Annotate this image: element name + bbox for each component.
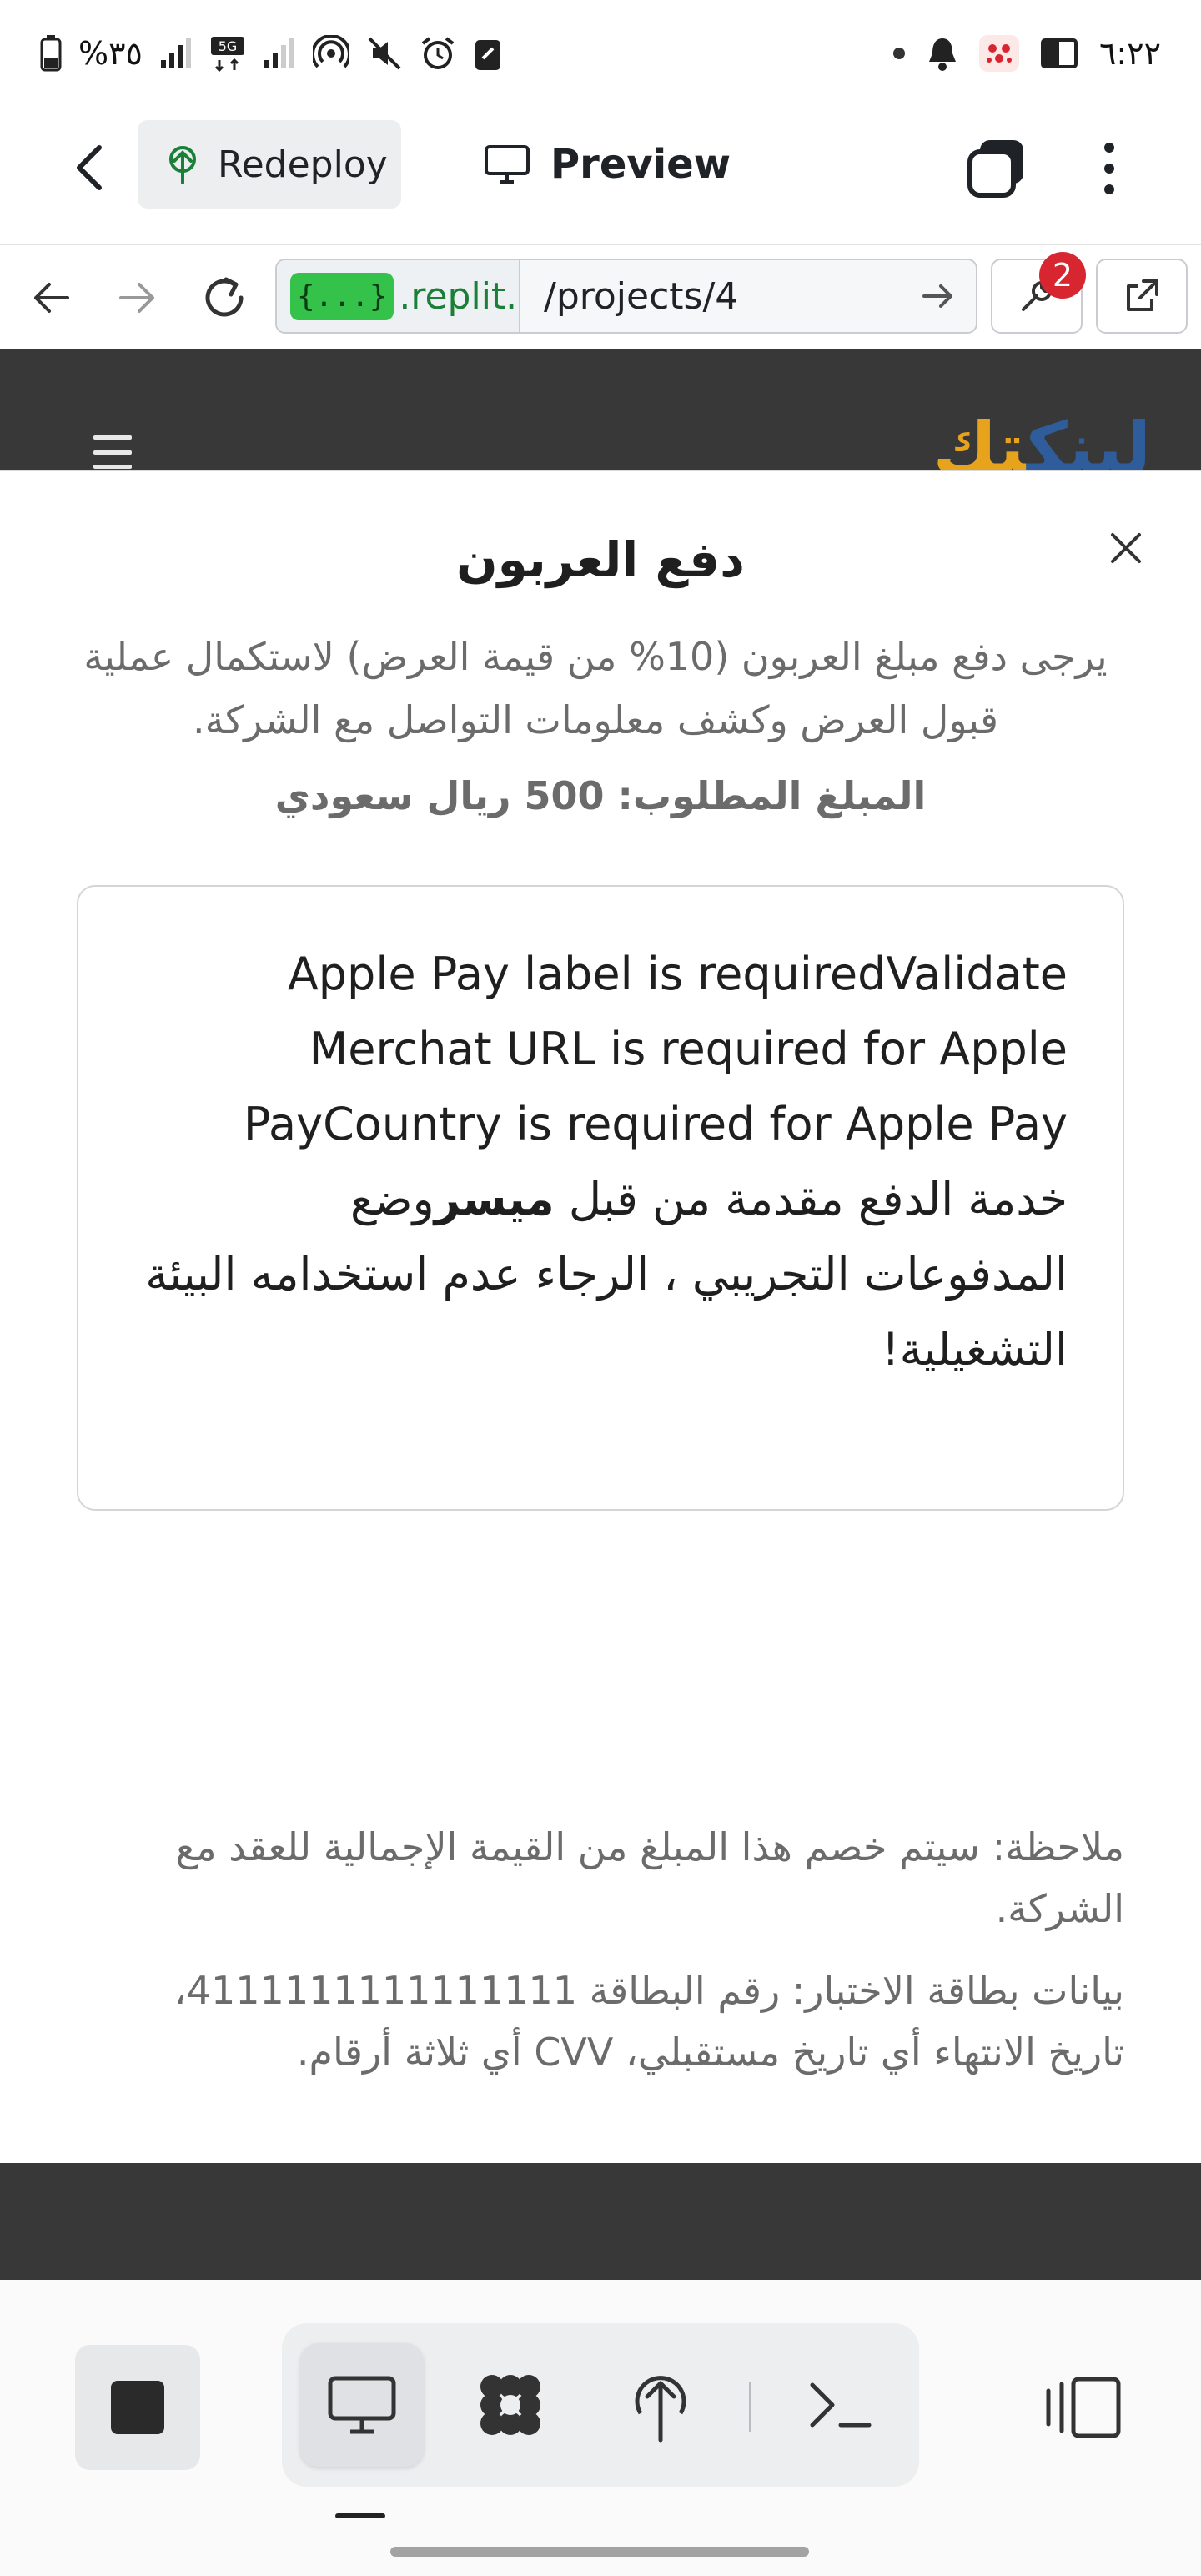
hamburger-line: [93, 435, 132, 440]
tabs-icon: [967, 140, 1023, 198]
tabs-button[interactable]: [963, 135, 1030, 202]
clipboard-icon: [473, 33, 503, 73]
layout-toggle-button[interactable]: [1019, 2345, 1144, 2470]
status-left: %٣٥ 5G: [40, 28, 503, 78]
panel-layout-icon: [1046, 2377, 1121, 2438]
dot-icon: [892, 33, 906, 73]
svg-text:5G: 5G: [219, 38, 238, 54]
redeploy-button[interactable]: Redeploy: [138, 120, 401, 209]
url-domain-badge: {...}: [290, 272, 394, 320]
bell-icon: [926, 33, 959, 73]
site-footer: [0, 2163, 1201, 2280]
monitor-icon: [485, 145, 530, 184]
hamburger-line: [93, 465, 132, 469]
deploy-icon: [635, 2376, 686, 2443]
url-path[interactable]: /projects/4: [544, 260, 738, 332]
clock-time: ٦:٢٢: [1098, 35, 1161, 72]
modal-description: يرجى دفع مبلغ العربون (10% من قيمة العرض…: [83, 634, 1108, 742]
tool-agent[interactable]: [449, 2343, 572, 2467]
hamburger-menu-icon[interactable]: [93, 435, 132, 469]
url-domain: {...} .replit.de: [277, 260, 520, 332]
network-5g-icon: 5G: [209, 33, 246, 73]
modal-title: دفع العربون: [456, 531, 745, 588]
devtools-badge: 2: [1039, 252, 1086, 299]
deploy-icon: [169, 146, 196, 184]
browser-toolbar: {...} .replit.de /projects/4: [0, 245, 1201, 349]
tool-preview[interactable]: [300, 2343, 424, 2467]
site-logo[interactable]: لينكتك: [933, 407, 1151, 474]
tool-group: [282, 2323, 919, 2487]
stop-icon: [111, 2381, 164, 2434]
preview-label: Preview: [550, 141, 731, 188]
status-bar: %٣٥ 5G ٦:٢٢: [0, 0, 1201, 105]
kebab-dot: [1104, 143, 1114, 153]
test-mode-notice: خدمة الدفع مقدمة من قبل ميسروضع المدفوعا…: [137, 1162, 1068, 1387]
go-arrow-icon[interactable]: [917, 275, 959, 317]
mute-icon: [366, 33, 403, 73]
browser-back-button[interactable]: [22, 269, 80, 327]
site-header: لينكتك: [0, 349, 1201, 474]
signal-2-icon: [263, 33, 296, 73]
tool-divider: [749, 2382, 751, 2432]
status-right: ٦:٢٢: [892, 28, 1161, 78]
external-link-icon: [1127, 279, 1158, 311]
active-tool-indicator: [335, 2513, 385, 2518]
tab-preview[interactable]: Preview: [484, 120, 731, 209]
redeploy-label: Redeploy: [218, 143, 388, 186]
app-header: Redeploy Preview: [0, 105, 1201, 245]
test-card-info: بيانات بطاقة الاختبار: رقم البطاقة 41111…: [173, 1968, 1124, 2075]
url-field[interactable]: {...} .replit.de /projects/4: [275, 259, 977, 334]
reload-icon: [205, 277, 244, 317]
arrow-left-icon: [34, 283, 69, 313]
back-button[interactable]: [60, 138, 118, 197]
kebab-dot: [1104, 164, 1114, 174]
deduction-note: ملاحظة: سيتم خصم هذا المبلغ من القيمة ال…: [175, 1824, 1125, 1931]
battery-percent: %٣٥: [78, 35, 143, 72]
stop-button[interactable]: [75, 2345, 200, 2470]
tool-console[interactable]: [779, 2343, 902, 2467]
agent-icon: [480, 2375, 540, 2435]
site-logo-part1: لينك: [1027, 407, 1151, 474]
monitor-icon: [328, 2376, 396, 2434]
chevron-left-icon: [77, 145, 102, 190]
app-notification-icon: [978, 33, 1019, 73]
alarm-icon: [420, 33, 456, 73]
signal-icon: [159, 33, 193, 73]
kebab-dot: [1104, 184, 1114, 194]
more-options-button[interactable]: [1084, 135, 1134, 202]
hotspot-icon: [312, 33, 349, 73]
reload-button[interactable]: [195, 269, 254, 327]
battery-icon: [40, 33, 62, 73]
browser-forward-button[interactable]: [108, 269, 167, 327]
hamburger-line: [93, 450, 132, 455]
tool-deploy[interactable]: [599, 2343, 722, 2467]
payment-error-text: Apple Pay label is requiredValidate Merc…: [243, 948, 1068, 1150]
url-domain-text: .replit.de: [399, 274, 519, 318]
open-external-button[interactable]: [1096, 259, 1188, 334]
payment-form-frame[interactable]: Apple Pay label is requiredValidate Merc…: [77, 885, 1124, 1511]
notice-prefix: خدمة الدفع مقدمة من قبل: [554, 1173, 1068, 1225]
arrow-right-icon: [119, 283, 154, 313]
bottom-toolbar: [0, 2280, 1201, 2576]
deposit-modal: دفع العربون يرجى دفع مبلغ العربون (10% م…: [0, 470, 1201, 2163]
site-logo-part2: تك: [932, 407, 1028, 474]
required-amount: المبلغ المطلوب: 500 ريال سعودي: [274, 773, 927, 818]
cast-icon: [1039, 33, 1079, 73]
home-indicator[interactable]: [390, 2547, 809, 2557]
notice-brand: ميسر: [434, 1173, 555, 1225]
terminal-icon: [810, 2382, 872, 2428]
